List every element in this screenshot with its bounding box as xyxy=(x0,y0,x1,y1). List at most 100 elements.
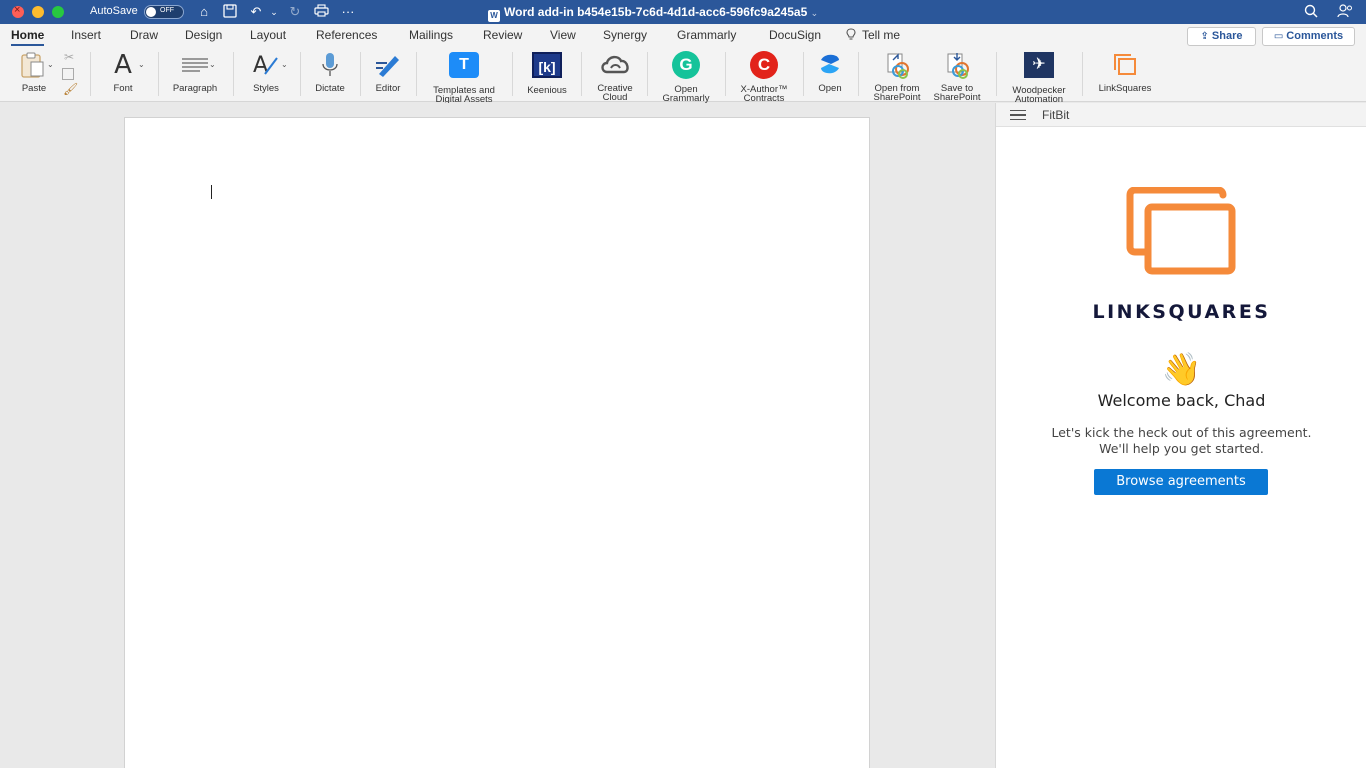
tab-references[interactable]: References xyxy=(316,28,377,42)
open-app-icon xyxy=(815,50,845,80)
linksquares-icon xyxy=(1110,50,1140,80)
woodpecker-automation-button[interactable]: ✈ Woodpecker Automation xyxy=(1004,50,1074,104)
save-to-sharepoint-button[interactable]: Save to SharePoint xyxy=(926,50,988,102)
dictate-button[interactable]: Dictate xyxy=(310,50,350,93)
tab-draw[interactable]: Draw xyxy=(130,28,158,42)
brand-wordmark: LINKSQUARES xyxy=(1092,301,1271,323)
share-label: Share xyxy=(1211,30,1243,42)
ribbon-separator xyxy=(647,52,648,96)
document-title-text: Word add-in b454e15b-7c6d-4d1d-acc6-596f… xyxy=(504,5,808,19)
font-dropdown-icon[interactable]: ⌄ xyxy=(138,60,145,69)
grammarly-label-2: Grammarly xyxy=(662,93,710,104)
open-button[interactable]: Open xyxy=(812,50,848,93)
document-page[interactable] xyxy=(124,117,870,768)
tab-synergy[interactable]: Synergy xyxy=(603,28,647,42)
save-icon[interactable] xyxy=(222,4,238,20)
tab-mailings[interactable]: Mailings xyxy=(409,28,453,42)
hamburger-menu-icon[interactable] xyxy=(1010,110,1026,120)
menu-bar: Home Insert Draw Design Layout Reference… xyxy=(0,24,1366,47)
tab-layout[interactable]: Layout xyxy=(250,28,286,42)
ribbon-separator xyxy=(300,52,301,96)
open-grammarly-button[interactable]: G Open Grammarly xyxy=(656,50,716,103)
font-button[interactable]: A Font xyxy=(103,50,143,93)
text-cursor xyxy=(211,185,212,199)
ribbon-separator xyxy=(158,52,159,96)
paste-button[interactable]: Paste xyxy=(14,50,54,93)
tab-review[interactable]: Review xyxy=(483,28,522,42)
tab-design[interactable]: Design xyxy=(185,28,222,42)
tab-home[interactable]: Home xyxy=(11,28,45,47)
home-icon[interactable]: ⌂ xyxy=(196,4,212,20)
undo-icon[interactable]: ↶ xyxy=(248,4,264,20)
styles-dropdown-icon[interactable]: ⌄ xyxy=(281,60,288,69)
share-button[interactable]: ⇪ Share xyxy=(1187,27,1256,46)
ribbon-separator xyxy=(725,52,726,96)
waving-hand-icon: 👋 xyxy=(1161,351,1202,387)
document-canvas[interactable] xyxy=(0,103,995,768)
x-author-icon: C xyxy=(749,51,779,81)
more-icon[interactable]: ··· xyxy=(340,4,356,20)
document-title: W Word add-in b454e15b-7c6d-4d1d-acc6-596… xyxy=(488,5,818,22)
window-maximize-button[interactable] xyxy=(52,6,64,18)
autosave-state: OFF xyxy=(160,7,174,14)
account-icon[interactable] xyxy=(1337,4,1353,20)
open-from-sharepoint-button[interactable]: Open from SharePoint xyxy=(866,50,928,102)
linksquares-button[interactable]: LinkSquares xyxy=(1090,50,1160,93)
tab-docusign[interactable]: DocuSign xyxy=(769,28,821,42)
ribbon-separator xyxy=(1082,52,1083,96)
paragraph-button[interactable]: Paragraph xyxy=(168,50,222,93)
editor-label: Editor xyxy=(375,83,401,94)
lightbulb-icon xyxy=(846,28,856,40)
format-painter-icon[interactable]: 🖌 xyxy=(63,82,78,96)
tab-insert[interactable]: Insert xyxy=(71,28,101,42)
ribbon-separator xyxy=(996,52,997,96)
creative-cloud-button[interactable]: Creative Cloud xyxy=(590,50,640,102)
paragraph-dropdown-icon[interactable]: ⌄ xyxy=(209,60,216,69)
autosave-toggle[interactable]: OFF xyxy=(144,5,184,19)
cut-icon[interactable]: ✂ xyxy=(64,50,74,64)
open-sp-label-2: SharePoint xyxy=(873,92,921,103)
linksquares-label: LinkSquares xyxy=(1098,83,1152,94)
toggle-knob xyxy=(146,7,156,17)
ribbon: Paste ⌄ ✂ 🖌 A Font ⌄ Paragraph ⌄ A Style… xyxy=(0,46,1366,104)
x-author-contracts-button[interactable]: C X-Author™ Contracts xyxy=(733,50,795,103)
creative-cloud-icon xyxy=(600,50,630,80)
paste-label: Paste xyxy=(21,83,47,94)
comments-label: Comments xyxy=(1286,30,1344,42)
title-bar: AutoSave OFF ⌂ ↶ ⌄ ↻ ··· W Word add-in b4… xyxy=(0,0,1366,24)
templates-button[interactable]: T Templates and Digital Assets xyxy=(424,50,504,104)
paste-dropdown-icon[interactable]: ⌄ xyxy=(47,60,54,69)
redo-icon[interactable]: ↻ xyxy=(287,4,303,20)
copy-icon[interactable] xyxy=(62,68,74,80)
keenious-button[interactable]: [k] Keenious xyxy=(522,50,572,95)
title-chevron-icon[interactable]: ⌄ xyxy=(811,8,819,18)
comment-icon: ▭ xyxy=(1273,31,1284,42)
ribbon-separator xyxy=(233,52,234,96)
tell-me[interactable]: Tell me xyxy=(846,28,900,42)
welcome-heading: Welcome back, Chad xyxy=(1097,391,1266,410)
clipboard-icon xyxy=(19,50,49,80)
tab-grammarly[interactable]: Grammarly xyxy=(677,28,736,42)
ribbon-separator xyxy=(360,52,361,96)
keenious-label: Keenious xyxy=(527,85,567,96)
share-icon: ⇪ xyxy=(1200,31,1209,42)
window-minimize-button[interactable] xyxy=(32,6,44,18)
templates-icon: T xyxy=(449,52,479,82)
ribbon-separator xyxy=(90,52,91,96)
linksquares-logo-icon xyxy=(1126,187,1236,275)
search-icon[interactable] xyxy=(1303,4,1319,20)
welcome-subtitle-2: We'll help you get started. xyxy=(1099,441,1264,456)
x-author-label-2: Contracts xyxy=(743,93,785,104)
open-label: Open xyxy=(818,83,842,94)
comments-button[interactable]: ▭ Comments xyxy=(1262,27,1355,46)
styles-button[interactable]: A Styles xyxy=(246,50,286,93)
tab-view[interactable]: View xyxy=(550,28,576,42)
paragraph-label: Paragraph xyxy=(172,83,218,94)
undo-dropdown-icon[interactable]: ⌄ xyxy=(266,4,282,20)
print-icon[interactable] xyxy=(313,4,329,20)
window-close-button[interactable] xyxy=(12,4,24,18)
creative-label-2: Cloud xyxy=(602,92,628,103)
browse-agreements-button[interactable]: Browse agreements xyxy=(1094,469,1268,495)
styles-label: Styles xyxy=(253,83,279,94)
editor-button[interactable]: Editor xyxy=(368,50,408,93)
